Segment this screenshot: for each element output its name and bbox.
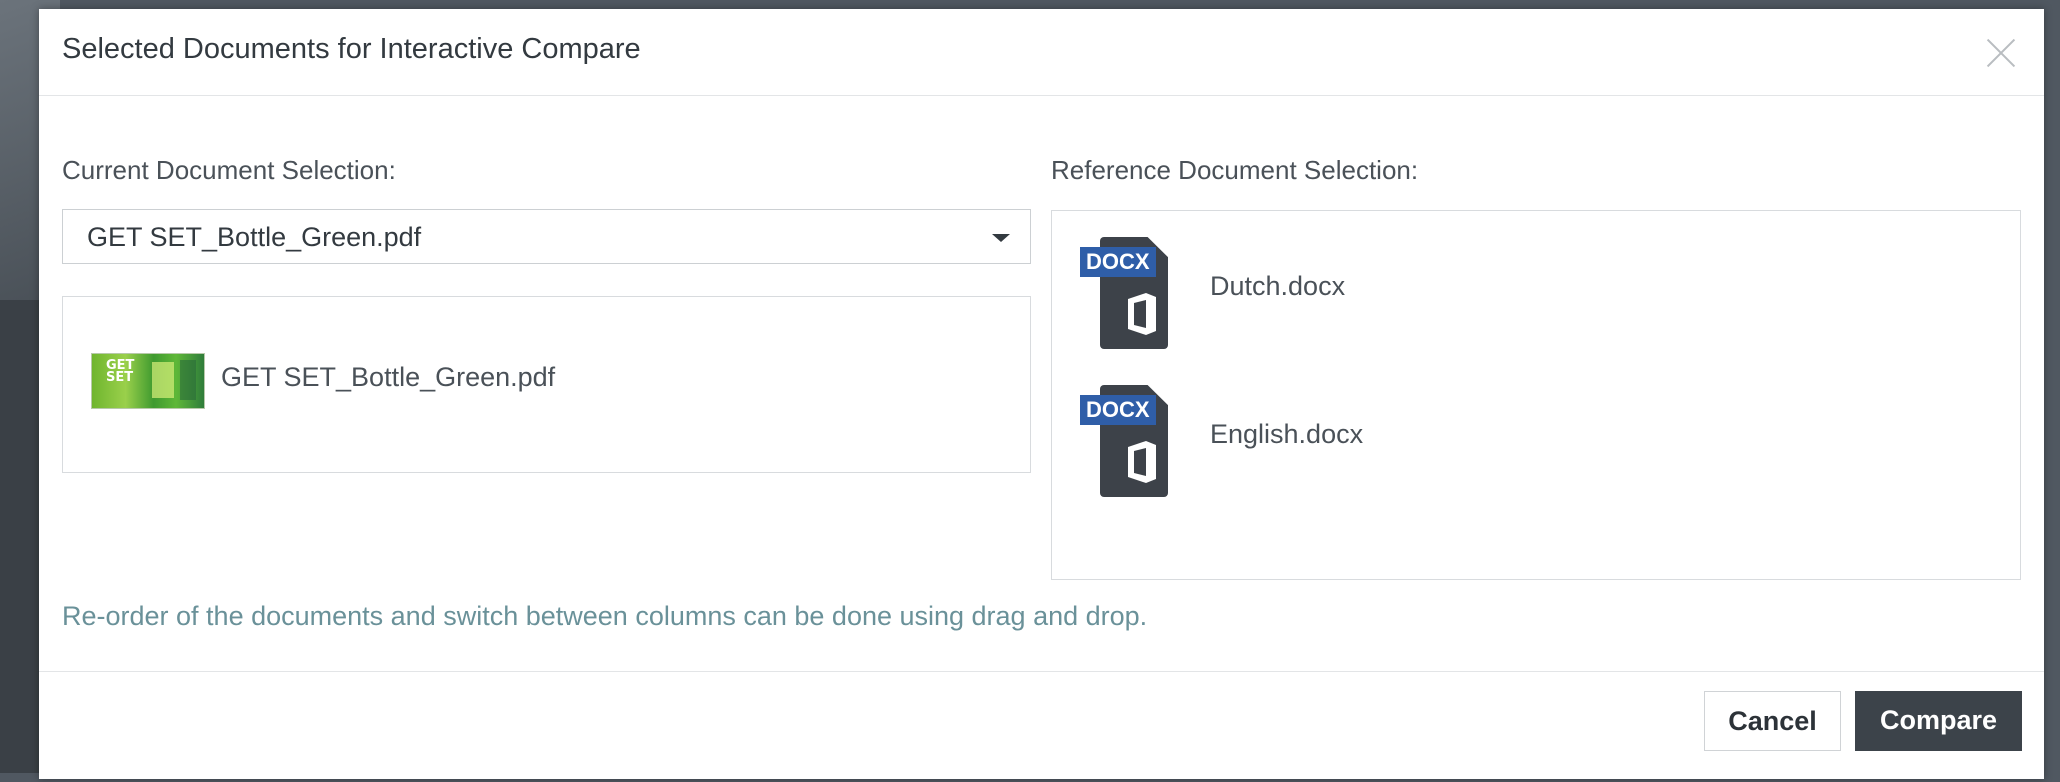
reference-selection-label: Reference Document Selection: [1051, 155, 1419, 185]
background-shadow [0, 300, 40, 773]
drag-drop-hint: Re-order of the documents and switch bet… [62, 601, 1148, 631]
reference-document-item[interactable]: DOCX Dutch.docx [1052, 229, 2020, 349]
close-icon[interactable] [1984, 36, 2018, 70]
current-document-select[interactable]: GET SET_Bottle_Green.pdf [62, 209, 1031, 264]
chevron-down-icon [992, 234, 1010, 242]
current-document-select-value: GET SET_Bottle_Green.pdf [87, 222, 422, 252]
current-selection-label: Current Document Selection: [62, 155, 396, 185]
reference-document-item[interactable]: DOCX English.docx [1052, 377, 2020, 497]
docx-icon: DOCX [1080, 385, 1168, 497]
dialog-title: Selected Documents for Interactive Compa… [62, 33, 641, 65]
compare-button[interactable]: Compare [1855, 691, 2022, 751]
dialog-header: Selected Documents for Interactive Compa… [39, 9, 2044, 96]
current-document-name: GET SET_Bottle_Green.pdf [221, 362, 556, 392]
dialog-footer: Cancel Compare [39, 671, 2044, 782]
pdf-thumbnail-icon: GET SET [91, 353, 205, 409]
reference-documents-list: DOCX Dutch.docx DOCX English.docx [1051, 210, 2021, 580]
current-document-item[interactable]: GET SET GET SET_Bottle_Green.pdf [63, 297, 1030, 472]
compare-dialog: Selected Documents for Interactive Compa… [39, 9, 2044, 779]
cancel-button[interactable]: Cancel [1704, 691, 1841, 751]
reference-document-name: English.docx [1210, 419, 1364, 449]
current-documents-list: GET SET GET SET_Bottle_Green.pdf [62, 296, 1031, 473]
docx-icon: DOCX [1080, 237, 1168, 349]
reference-document-name: Dutch.docx [1210, 271, 1346, 301]
